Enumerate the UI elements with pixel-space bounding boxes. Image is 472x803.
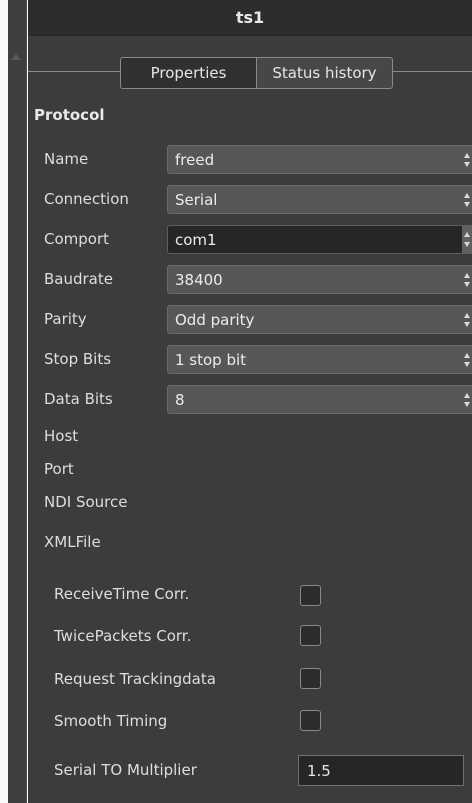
parity-select[interactable]: Odd parity: [167, 305, 472, 334]
tab-divider-left: [28, 71, 120, 72]
label-parity: Parity: [44, 310, 87, 328]
baudrate-select[interactable]: 38400: [167, 265, 472, 294]
outer-background: [0, 0, 8, 803]
twicepackets-corr-checkbox[interactable]: [300, 625, 321, 646]
tab-divider-right: [393, 71, 472, 72]
tab-bar: Properties Status history: [120, 57, 393, 89]
name-select[interactable]: freed: [167, 145, 472, 174]
up-down-arrows-icon: [464, 353, 470, 367]
up-down-arrows-icon: [464, 153, 470, 167]
up-down-arrows-icon: [464, 193, 470, 207]
tab-status-history[interactable]: Status history: [256, 58, 392, 88]
section-title-protocol: Protocol: [34, 106, 105, 124]
label-receivetime-corr: ReceiveTime Corr.: [54, 585, 190, 603]
baudrate-select-value: 38400: [175, 270, 223, 289]
label-stop-bits: Stop Bits: [44, 350, 112, 368]
connection-select[interactable]: Serial: [167, 185, 472, 214]
data-bits-select-value: 8: [175, 390, 185, 409]
label-connection: Connection: [44, 190, 129, 208]
up-down-arrows-icon: [464, 313, 470, 327]
label-serial-to-multiplier: Serial TO Multiplier: [54, 761, 197, 779]
comport-select-value: com1: [175, 230, 217, 249]
label-ndi-source: NDI Source: [44, 493, 128, 511]
scroll-up-arrow-icon[interactable]: [11, 54, 21, 60]
up-down-arrows-icon: [464, 273, 470, 287]
data-bits-select[interactable]: 8: [167, 385, 472, 414]
stop-bits-select-value: 1 stop bit: [175, 350, 247, 369]
connection-select-value: Serial: [175, 190, 218, 209]
request-trackingdata-checkbox[interactable]: [300, 668, 321, 689]
smooth-timing-checkbox[interactable]: [300, 710, 321, 731]
receivetime-corr-checkbox[interactable]: [300, 585, 321, 606]
label-baudrate: Baudrate: [44, 270, 113, 288]
stop-bits-select[interactable]: 1 stop bit: [167, 345, 472, 374]
label-port: Port: [44, 460, 74, 478]
serial-to-multiplier-input[interactable]: 1.5: [298, 755, 464, 786]
properties-panel: ts1 Properties Status history Protocol N…: [28, 0, 472, 803]
name-select-value: freed: [175, 150, 215, 169]
label-name: Name: [44, 150, 89, 168]
label-xmlfile: XMLFile: [44, 533, 101, 551]
label-request-trackingdata: Request Trackingdata: [54, 670, 216, 688]
label-comport: Comport: [44, 230, 110, 248]
label-twicepackets-corr: TwicePackets Corr.: [54, 627, 192, 645]
label-smooth-timing: Smooth Timing: [54, 712, 168, 730]
up-down-arrows-icon[interactable]: [462, 226, 472, 253]
label-host: Host: [44, 427, 79, 445]
parity-select-value: Odd parity: [175, 310, 255, 329]
up-down-arrows-icon: [464, 393, 470, 407]
panel-title: ts1: [28, 0, 472, 36]
label-data-bits: Data Bits: [44, 390, 113, 408]
comport-select[interactable]: com1: [167, 225, 472, 254]
vertical-scrollbar[interactable]: [8, 0, 27, 803]
tab-properties[interactable]: Properties: [121, 58, 256, 88]
